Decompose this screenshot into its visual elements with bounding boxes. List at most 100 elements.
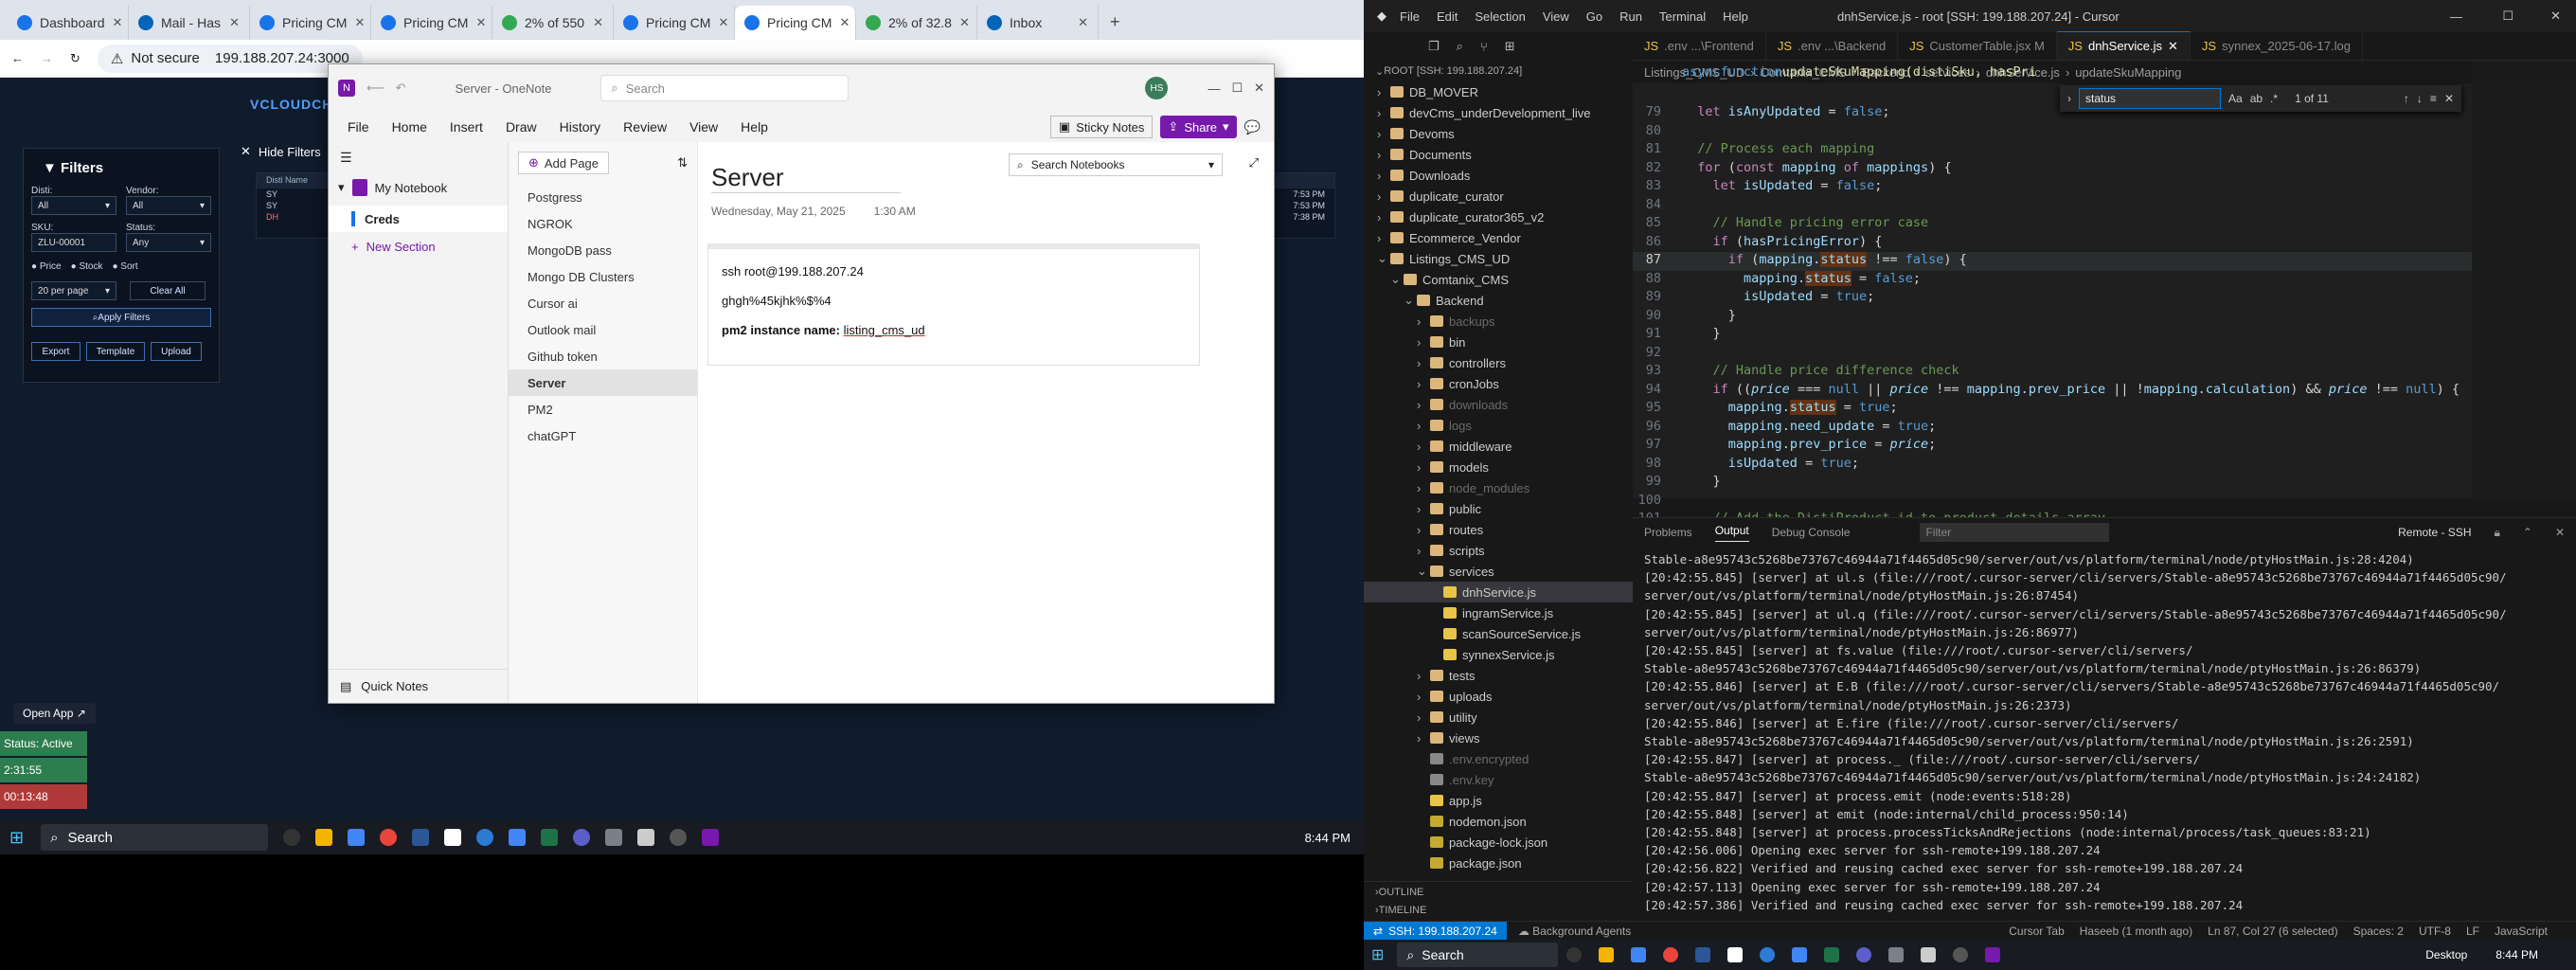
timeline-section[interactable]: › TIMELINE [1364,900,1633,921]
ribbon-tab-home[interactable]: Home [392,119,427,135]
taskbar-app-icon[interactable] [1824,947,1840,962]
taskbar-app-icon[interactable] [605,829,623,846]
per-page-select[interactable]: 20 per page ▾ [31,281,116,300]
file-tree-item[interactable]: synnexService.js [1364,644,1633,665]
remote-indicator[interactable]: ⇄ SSH: 199.188.207.24 [1364,921,1507,941]
file-tree-item[interactable]: › models [1364,457,1633,477]
radio-price[interactable]: ● Price [31,261,62,272]
source-control-icon[interactable]: ⑂ [1480,40,1488,54]
file-tree-item[interactable]: dnhService.js [1364,582,1633,602]
page-item[interactable]: Server [509,369,697,396]
panel-maximize-icon[interactable]: ⌃ [2523,526,2532,539]
extensions-icon[interactable]: ⊞ [1505,39,1515,54]
file-tree-item[interactable]: › duplicate_curator [1364,186,1633,207]
menu-view[interactable]: View [1543,9,1569,24]
file-tree-item[interactable]: › middleware [1364,436,1633,457]
taskbar-app-icon[interactable] [1695,947,1711,962]
close-icon[interactable]: ✕ [2444,92,2454,105]
forward-icon[interactable]: → [41,51,53,65]
close-icon[interactable]: ✕ [2168,39,2178,54]
file-tree-item[interactable]: › public [1364,498,1633,519]
file-tree-item[interactable]: ingramService.js [1364,602,1633,623]
back-icon[interactable]: ⟵ [367,81,385,96]
menu-selection[interactable]: Selection [1475,9,1525,24]
file-tree-item[interactable]: app.js [1364,790,1633,811]
expand-icon[interactable]: ⤢ [1249,155,1259,171]
browser-tab[interactable]: Pricing CM ✕ [735,6,856,40]
taskbar-app-icon[interactable] [1888,947,1905,962]
taskbar-app-icon[interactable] [702,829,720,846]
file-tree-item[interactable]: › backups [1364,311,1633,332]
quick-notes-button[interactable]: ▤ Quick Notes [329,669,508,703]
cursor-position[interactable]: Ln 87, Col 27 (6 selected) [2208,925,2337,938]
regex-icon[interactable]: .* [2270,92,2278,105]
close-icon[interactable]: ✕ [718,15,728,30]
upload-button[interactable]: Upload [151,342,202,361]
browser-tab[interactable]: Pricing CM ✕ [614,6,735,40]
close-icon[interactable]: ✕ [839,15,850,30]
new-section-button[interactable]: + New Section [329,236,508,258]
windows-start-icon[interactable]: ⊞ [1371,945,1384,964]
close-icon[interactable]: ✕ [2555,526,2565,539]
maximize-icon[interactable]: ☐ [2502,9,2513,24]
file-tree-item[interactable]: ⌄ Backend [1364,290,1633,311]
maximize-icon[interactable]: ☐ [1231,81,1243,96]
radio-stock[interactable]: ● Stock [71,261,103,272]
taskbar-app-icon[interactable] [1599,947,1615,962]
browser-tab[interactable]: 2% of 550 ✕ [492,6,614,40]
editor-tab[interactable]: JS synnex_2025-06-17.log [2191,31,2363,60]
taskbar-app-icon[interactable] [1856,947,1872,962]
taskbar-app-icon[interactable] [1663,947,1679,962]
page-item[interactable]: Github token [509,343,697,369]
hide-filters-button[interactable]: ✕ Hide Filters [241,140,321,163]
ribbon-tab-file[interactable]: File [348,119,369,135]
file-tree-item[interactable]: › cronJobs [1364,373,1633,394]
file-tree-item[interactable]: › DB_MOVER [1364,81,1633,102]
page-item[interactable]: Outlook mail [509,316,697,343]
file-tree-item[interactable]: package-lock.json [1364,832,1633,853]
new-tab-icon[interactable]: + [1110,12,1120,32]
taskbar-app-icon[interactable] [1985,947,2001,962]
taskbar-app-icon[interactable] [670,829,688,846]
file-tree-item[interactable]: › duplicate_curator365_v2 [1364,207,1633,227]
taskbar-app-icon[interactable] [1727,947,1744,962]
file-tree-item[interactable]: › devCms_underDevelopment_live [1364,102,1633,123]
taskbar-app-icon[interactable] [1953,947,1969,962]
status-select[interactable]: Any ▾ [126,233,211,252]
taskbar-app-icon[interactable] [412,829,430,846]
file-tree-item[interactable]: ⌄ Comtanix_CMS [1364,269,1633,290]
file-tree-item[interactable]: scanSourceService.js [1364,623,1633,644]
file-tree-item[interactable]: ⌄ Listings_CMS_UD [1364,248,1633,269]
address-bar[interactable]: ⚠ Not secure 199.188.207.24:3000 [97,44,363,73]
menu-edit[interactable]: Edit [1437,9,1458,24]
close-icon[interactable]: ✕ [1078,15,1088,30]
page-item[interactable]: Cursor ai [509,290,697,316]
reload-icon[interactable]: ↻ [70,51,80,66]
outline-section[interactable]: › OUTLINE [1364,881,1633,902]
taskbar-app-icon[interactable] [283,829,301,846]
menu-go[interactable]: Go [1586,9,1602,24]
taskbar-app-icon[interactable] [476,829,494,846]
file-tree-item[interactable]: › bin [1364,332,1633,352]
page-item[interactable]: Postgress [509,184,697,210]
file-tree-item[interactable]: ⌄ services [1364,561,1633,582]
file-tree-item[interactable]: › tests [1364,665,1633,686]
sort-icon[interactable]: ⇅ [677,155,688,171]
file-tree-item[interactable]: .env.key [1364,769,1633,790]
taskbar-app-icon[interactable] [637,829,655,846]
desktop-label[interactable]: Desktop [2425,948,2467,961]
sticky-notes-button[interactable]: ▣ Sticky Notes [1049,116,1154,138]
page-item[interactable]: PM2 [509,396,697,422]
file-tree-item[interactable]: › uploads [1364,686,1633,707]
search-notebooks[interactable]: ⌕ Search Notebooks ▾ [1009,153,1223,176]
minimize-icon[interactable]: — [1208,81,1220,96]
menu-icon[interactable]: ☰ [329,142,508,173]
close-icon[interactable]: ✕ [959,15,970,30]
cursor-tab[interactable]: Cursor Tab [2009,925,2064,938]
menu-help[interactable]: Help [1723,9,1748,24]
taskbar-app-icon[interactable] [573,829,591,846]
export-button[interactable]: Export [31,342,80,361]
minimize-icon[interactable]: — [2450,9,2462,24]
file-tree-item[interactable]: › node_modules [1364,477,1633,498]
browser-tab[interactable]: Mail - Has ✕ [129,6,250,40]
